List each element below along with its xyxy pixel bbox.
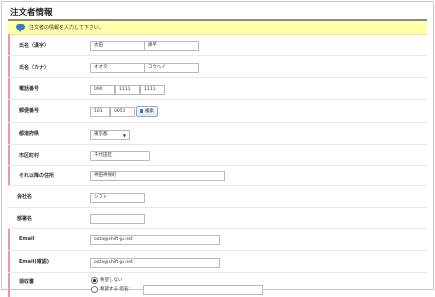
phone-part1-input[interactable]: 090	[90, 85, 115, 95]
label-prefecture: 都道府県	[8, 123, 84, 144]
row-email-confirm: Email(確認) oota@shift-jp.net	[8, 251, 427, 273]
label-address: それ以降の住所	[8, 166, 84, 185]
row-company: 会社名 シフト	[8, 186, 427, 208]
phone-part3-input[interactable]: 1111	[140, 85, 165, 95]
row-address: それ以降の住所 神田神保町	[8, 166, 427, 186]
first-name-kana-input[interactable]: コウヘイ	[144, 63, 199, 73]
label-phone: 電話番号	[8, 78, 84, 99]
label-company: 会社名	[17, 194, 33, 200]
label-postal: 郵便番号	[8, 100, 84, 122]
prefecture-select[interactable]: 東京都 ▼	[90, 130, 130, 140]
address-input[interactable]: 神田神保町	[90, 171, 225, 181]
phone-part2-input[interactable]: 1111	[115, 85, 140, 95]
receipt-no-label: 希望しない	[100, 277, 123, 283]
receipt-addressee-input[interactable]	[143, 285, 263, 295]
department-input[interactable]	[90, 214, 145, 224]
last-name-kanji-input[interactable]: 太田	[90, 41, 145, 51]
company-input[interactable]: シフト	[90, 193, 145, 203]
page-title: 注文者情報	[10, 8, 53, 18]
postal-part1-input[interactable]: 101	[90, 107, 110, 117]
row-email: Email oota@shift-jp.net	[8, 229, 427, 251]
row-name-kana: 氏名（カナ） オオタ コウヘイ	[8, 56, 427, 78]
notice-text: 注文者の情報を入力して下さい。	[29, 24, 104, 31]
row-postal: 郵便番号 101 0051 検索	[8, 100, 427, 123]
row-department: 部署名	[8, 208, 427, 229]
dropdown-arrow-icon: ▼	[122, 133, 126, 138]
label-email: Email	[8, 229, 84, 250]
postal-search-button[interactable]: 検索	[136, 106, 158, 117]
label-receipt: 領収書	[8, 273, 84, 297]
speech-bubble-icon	[16, 24, 25, 32]
first-name-kanji-input[interactable]: 耕平	[144, 41, 199, 51]
row-receipt: 領収書 希望しない 希望する 宛名：	[8, 273, 427, 297]
label-email-confirm: Email(確認)	[8, 251, 84, 272]
row-prefecture: 都道府県 東京都 ▼	[8, 123, 427, 145]
search-icon	[140, 109, 143, 113]
row-city: 市区町村 千代田区	[8, 145, 427, 166]
label-department: 部署名	[17, 216, 33, 222]
label-name-kana: 氏名（カナ）	[8, 56, 84, 77]
row-phone: 電話番号 090 1111 1111	[8, 78, 427, 100]
row-name-kanji: 氏名（漢字） 太田 耕平	[8, 34, 427, 56]
last-name-kana-input[interactable]: オオタ	[90, 63, 145, 73]
city-input[interactable]: 千代田区	[90, 151, 150, 161]
label-city: 市区町村	[8, 145, 84, 165]
label-name-kanji: 氏名（漢字）	[8, 34, 84, 55]
notice-bar: 注文者の情報を入力して下さい。	[8, 21, 427, 35]
form-table: 氏名（漢字） 太田 耕平 氏名（カナ） オオタ コウヘイ 電話番号 090 11…	[8, 34, 427, 297]
email-input[interactable]: oota@shift-jp.net	[90, 235, 220, 245]
postal-part2-input[interactable]: 0051	[110, 107, 135, 117]
receipt-no-radio[interactable]	[91, 277, 98, 284]
receipt-yes-radio[interactable]	[91, 286, 98, 293]
email-confirm-input[interactable]: oota@shift-jp.net	[90, 258, 220, 268]
form-panel: 注文者情報 注文者の情報を入力して下さい。 氏名（漢字） 太田 耕平 氏名（カナ…	[1, 1, 434, 297]
